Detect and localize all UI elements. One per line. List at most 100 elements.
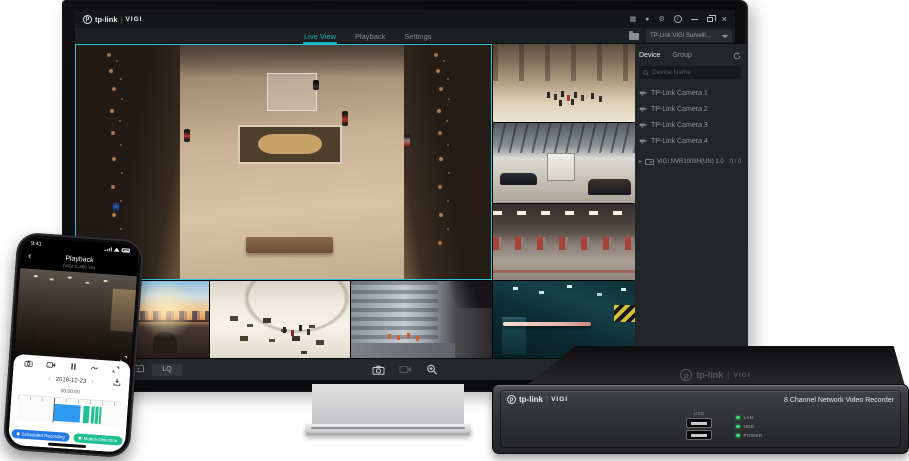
status-time: 9:41: [31, 241, 42, 248]
speed-icon[interactable]: [90, 364, 98, 372]
brand-name: tp-link: [95, 15, 118, 24]
led-hdd-icon: [736, 425, 740, 429]
digital-zoom-icon[interactable]: [427, 364, 438, 375]
main-tabs: Live View Playback Settings: [303, 28, 433, 44]
snapshot-camera-icon[interactable]: [373, 365, 385, 375]
battery-icon: [122, 248, 130, 253]
camera-icon: [639, 90, 647, 97]
nvr-icon: [645, 159, 654, 165]
scheduled-recording-bar: [53, 404, 81, 423]
nvr-label: VIGI NVR1008H(UN) 1.0: [657, 159, 724, 165]
tp-link-logo-icon: p: [680, 369, 692, 381]
stream-quality-button[interactable]: LQ: [152, 364, 182, 376]
tp-link-logo-icon: p: [507, 395, 516, 404]
alarm-icon[interactable]: ●: [645, 16, 649, 23]
device-item-camera-4[interactable]: TP-Link Camera 4: [639, 133, 741, 149]
led-lan-icon: [736, 416, 740, 420]
fullscreen-icon[interactable]: [112, 365, 119, 372]
nvr-panel-brand: p tp-link | VIGI: [507, 395, 568, 404]
app-brand: p tp-link | VIGI: [83, 15, 142, 24]
motion-detection-bar: [82, 406, 89, 423]
clock-icon: [17, 432, 20, 435]
playback-video[interactable]: [14, 268, 137, 366]
titlebar: p tp-link | VIGI ▦ ● ⚙ i ×: [75, 10, 735, 28]
playback-date[interactable]: 2018-12-23: [55, 376, 86, 384]
monitor-stand: [312, 384, 464, 426]
nvr-top-surface: p tp-link | VIGI: [526, 346, 905, 386]
brand-divider: |: [121, 15, 123, 24]
nvr-top-brand: p tp-link | VIGI: [680, 369, 750, 381]
prev-day-icon[interactable]: ‹: [48, 375, 51, 382]
playback-panel: ‹ 2018-12-23 › 00:00:00: [8, 354, 131, 453]
device-item-camera-1[interactable]: TP-Link Camera 1: [639, 85, 741, 101]
led-power-icon: [736, 434, 740, 438]
tp-link-logo-icon: p: [83, 15, 92, 24]
playback-subtitle: (VIGI C-450 V5): [63, 263, 96, 270]
nvr-status-leds: LAN HDD POWER: [736, 415, 763, 438]
close-button[interactable]: ×: [722, 14, 727, 24]
device-item-camera-2[interactable]: TP-Link Camera 2: [639, 101, 741, 117]
expand-caret-icon[interactable]: ▸: [639, 158, 642, 165]
nvr-usb-ports: USB: [686, 411, 712, 440]
smartphone: 9:41 ‹ Playback (VIGI C-450 V5): [3, 232, 145, 458]
usb-label: USB: [694, 411, 705, 416]
back-chevron-icon[interactable]: ‹: [28, 251, 32, 262]
camera-tile-warehouse[interactable]: [493, 123, 635, 203]
usb-port-icon[interactable]: [686, 418, 712, 428]
tab-live-view[interactable]: Live View: [303, 32, 337, 41]
live-view-grid: [75, 44, 633, 358]
vigi-app-window: p tp-link | VIGI ▦ ● ⚙ i × Liv: [75, 10, 735, 385]
nvr-front-panel: p tp-link | VIGI 8 Channel Network Video…: [492, 384, 909, 454]
camera-tile-parking-garage[interactable]: [493, 204, 635, 280]
motion-detection-bar: [99, 407, 102, 424]
camera-tile-white-gallery[interactable]: [210, 281, 350, 360]
playback-timeline[interactable]: 00:00:00: [9, 383, 129, 435]
restore-button[interactable]: [707, 17, 713, 22]
account-dropdown[interactable]: TP-Link VIGI Surveill…: [646, 30, 732, 42]
camera-tile-city-street[interactable]: [351, 281, 492, 360]
brand-sub: VIGI: [125, 16, 142, 23]
nvr-channel-count: 0 / 0: [730, 159, 742, 165]
sidebar-tab-device[interactable]: Device: [639, 52, 660, 59]
info-icon[interactable]: i: [674, 15, 682, 23]
legend-scheduled-recording[interactable]: Scheduled Recording: [11, 429, 70, 442]
account-dropdown-label: TP-Link VIGI Surveill…: [650, 33, 712, 39]
phone-screen: 9:41 ‹ Playback (VIGI C-450 V5): [8, 237, 139, 453]
camera-tile-main-museum[interactable]: [75, 44, 492, 280]
device-sidebar: Device Group TP-Link Camera 1: [633, 44, 747, 358]
snapshot-icon[interactable]: [24, 359, 32, 367]
refresh-icon[interactable]: [733, 52, 741, 60]
minimize-button[interactable]: [691, 19, 698, 20]
folder-icon[interactable]: [629, 33, 639, 40]
monitor: p tp-link | VIGI ▦ ● ⚙ i × Liv: [62, 0, 748, 392]
nvr-device: p tp-link | VIGI p tp-link | VIGI 8 Chan…: [492, 346, 909, 458]
chevron-down-icon: [722, 35, 728, 38]
pause-icon[interactable]: [70, 362, 76, 369]
tab-playback[interactable]: Playback: [354, 32, 386, 41]
timeline-ruler[interactable]: [17, 394, 122, 427]
nav-bar: Live View Playback Settings TP-Link VIGI…: [75, 28, 735, 44]
device-item-nvr[interactable]: ▸ VIGI NVR1008H(UN) 1.0 0 / 0: [639, 158, 741, 165]
search-icon: [643, 70, 649, 76]
usb-port-icon[interactable]: [686, 430, 712, 440]
camera-icon: [639, 138, 647, 145]
device-item-camera-3[interactable]: TP-Link Camera 3: [639, 117, 741, 133]
camera-tile-atrium[interactable]: [493, 44, 635, 122]
record-camcorder-icon[interactable]: [400, 365, 412, 374]
settings-gear-icon[interactable]: ⚙: [658, 16, 664, 23]
camera-icon: [639, 106, 647, 113]
next-day-icon[interactable]: ›: [91, 378, 94, 385]
device-search[interactable]: [639, 66, 741, 79]
record-icon[interactable]: [47, 361, 56, 369]
sidebar-tab-group[interactable]: Group: [672, 52, 691, 59]
motion-icon: [79, 437, 82, 440]
download-icon[interactable]: [113, 378, 121, 386]
signal-icon: [104, 247, 111, 251]
search-input[interactable]: [652, 69, 722, 76]
monitor-stand-base: [305, 424, 471, 435]
layout-grid-icon[interactable]: ▦: [630, 16, 637, 23]
wifi-icon: [114, 248, 120, 252]
scene: p tp-link | VIGI ▦ ● ⚙ i × Liv: [0, 0, 909, 461]
camera-icon: [639, 122, 647, 129]
tab-settings[interactable]: Settings: [403, 32, 432, 41]
